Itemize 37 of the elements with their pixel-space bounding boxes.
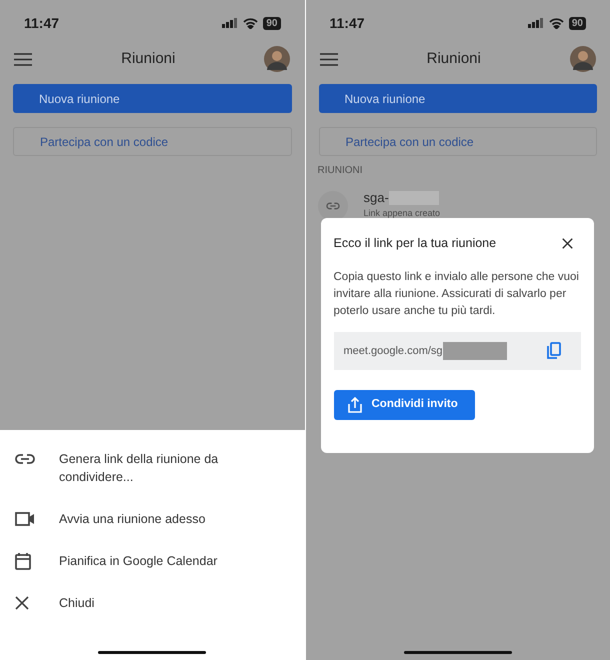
share-invite-button[interactable]: Condividi invito — [334, 390, 474, 420]
meeting-subtitle: Link appena creato — [364, 208, 440, 218]
avatar — [264, 46, 290, 72]
page-title: Riunioni — [121, 48, 176, 69]
dialog-message: Copia questo link e invialo alle persone che vuoi invitare alla riunione. Assicurati di salvarlo per poterlo usare anche tu più tardi. — [334, 270, 580, 319]
link-icon — [318, 191, 348, 221]
signal-icon — [222, 18, 238, 28]
close-icon — [15, 596, 29, 610]
meeting-name: sga- — [364, 189, 389, 207]
redaction-bar — [442, 342, 507, 360]
new-meeting-button[interactable]: Nuova riunione — [13, 84, 292, 113]
calendar-icon — [15, 552, 31, 570]
join-with-code-button[interactable]: Partecipa con un codice — [13, 127, 292, 156]
battery-level: 90 — [568, 16, 586, 30]
menu-item[interactable]: Genera link della riunione da condividere... — [0, 450, 304, 486]
section-label: RIUNIONI — [316, 164, 364, 178]
link-icon — [15, 453, 35, 465]
video-camera-icon — [15, 512, 35, 526]
copy-icon[interactable] — [546, 342, 560, 360]
menu-item[interactable]: Chiudi — [0, 594, 304, 612]
dialog-title: Ecco il link per la tua riunione — [334, 235, 496, 252]
close-icon[interactable] — [562, 238, 572, 249]
menu-item[interactable]: Pianifica in Google Calendar — [0, 552, 304, 570]
wifi-icon — [243, 18, 258, 28]
avatar — [570, 46, 596, 72]
signal-icon — [528, 18, 544, 28]
battery-level: 90 — [263, 16, 280, 30]
share-icon — [348, 396, 362, 413]
status-time: 11:47 — [330, 14, 365, 32]
join-with-code-button[interactable]: Partecipa con un codice — [318, 127, 597, 156]
menu-item[interactable]: Avvia una riunione adesso — [0, 510, 304, 528]
status-time: 11:47 — [24, 14, 60, 32]
menu-icon[interactable] — [14, 52, 32, 66]
page-title: Riunioni — [426, 48, 481, 69]
menu-icon[interactable] — [320, 52, 338, 66]
wifi-icon — [548, 18, 564, 28]
new-meeting-button[interactable]: Nuova riunione — [318, 84, 597, 113]
